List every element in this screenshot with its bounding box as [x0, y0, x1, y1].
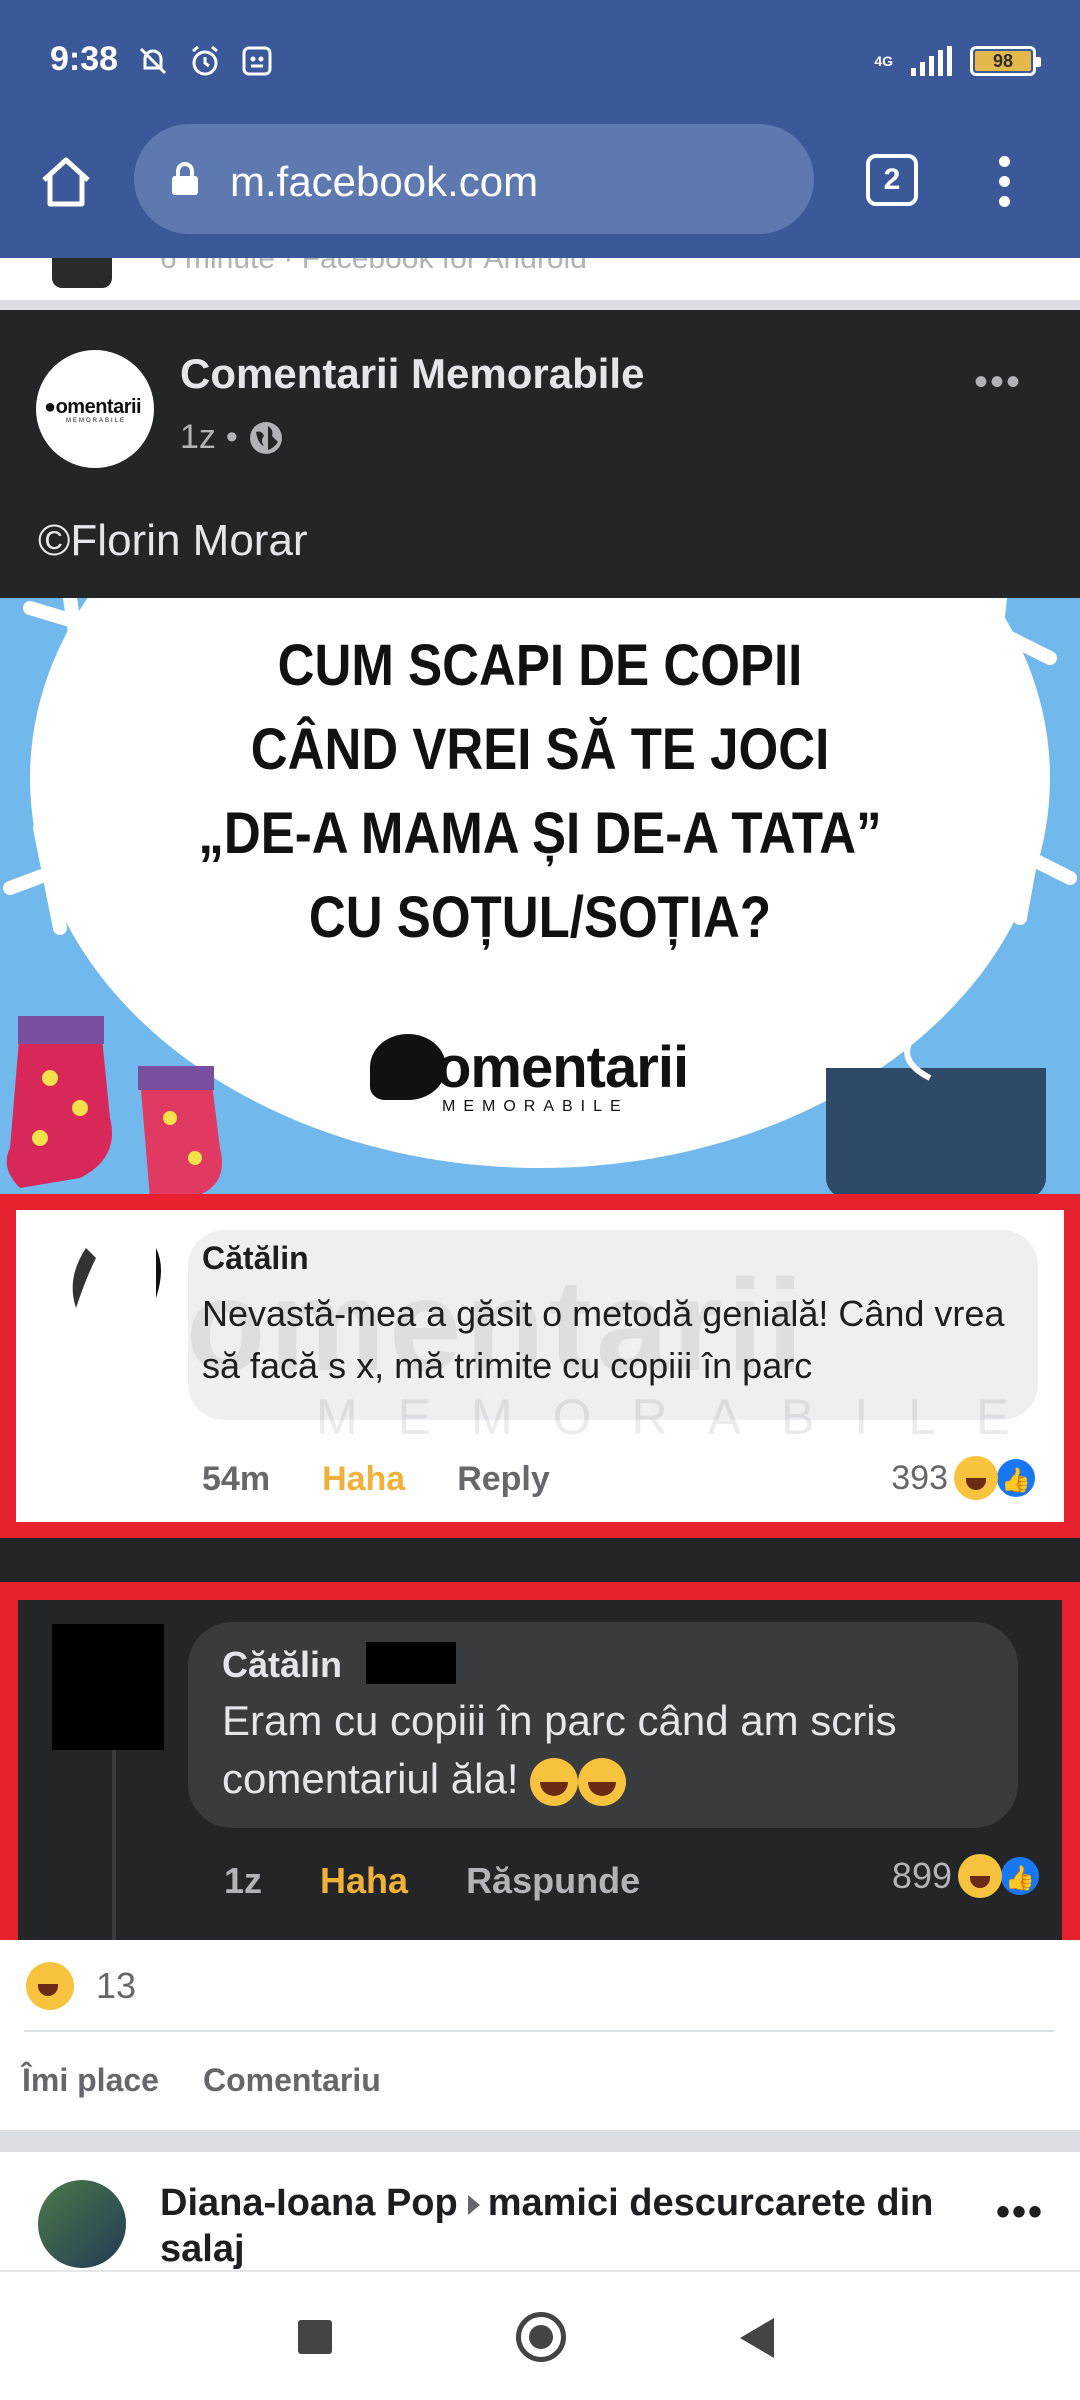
network-type: 4G [874, 53, 893, 69]
comment-card: Cătălin Eram cu copiii în parc când am s… [18, 1600, 1062, 1940]
system-nav-bar [0, 2270, 1080, 2400]
comment-text: Nevastă-mea a găsit o metodă genială! Câ… [202, 1293, 1005, 1386]
meme-title-line: CÂND VREI SĂ TE JOCI [250, 717, 830, 782]
post-header: ●omentarii MEMORABILE Comentarii Memorab… [0, 310, 1080, 598]
arrow-right-icon [467, 2194, 480, 2215]
comment-text: Eram cu copiii în parc când am scris com… [222, 1692, 1002, 1808]
haha-icon [26, 1962, 74, 2010]
url-text: m.facebook.com [230, 158, 539, 205]
comment-reaction: Haha [322, 1460, 406, 1498]
laughing-crying-icon [578, 1757, 627, 1806]
logo-bubble-icon [370, 1034, 446, 1100]
app-notification-icon [240, 44, 274, 78]
post-reactions[interactable]: 13 [26, 1962, 136, 2010]
thread-line [112, 1750, 116, 1940]
laughing-crying-icon [530, 1757, 579, 1806]
comment-card: omentarii MEMORABILE Cătălin Nevastă-mea… [16, 1210, 1064, 1522]
battery-icon: 98 [970, 46, 1041, 76]
status-icons [136, 44, 274, 78]
post-time[interactable]: 1z [180, 418, 216, 457]
mute-notification-icon [136, 44, 170, 78]
feed-divider [0, 300, 1080, 310]
browser-toolbar: m.facebook.com 2 [0, 124, 1080, 234]
comment-author: Cătălin [222, 1644, 343, 1685]
comment-actions: 54m Haha Reply [202, 1460, 550, 1499]
like-icon: 👍 [994, 1456, 1038, 1500]
status-time: 9:38 [50, 40, 119, 78]
lock-icon [172, 162, 198, 195]
post-more-button[interactable]: ••• [974, 360, 1022, 405]
haha-icon [954, 1456, 998, 1500]
globe-icon [249, 421, 282, 454]
home-icon [42, 157, 90, 207]
back-button[interactable] [740, 2318, 774, 2358]
page-avatar-sub: MEMORABILE [66, 418, 127, 424]
status-right: 4G 98 [874, 46, 1041, 76]
comment-screenshot-1: omentarii MEMORABILE Cătălin Nevastă-mea… [0, 1194, 1080, 1538]
comment-reaction-count: 393 👍 [891, 1456, 1038, 1500]
meme-title: CUM SCAPI DE COPII CÂND VREI SĂ TE JOCI … [153, 624, 927, 960]
meme-title-line: „DE-A MAMA ȘI DE-A TATA” [198, 801, 882, 866]
haha-icon [958, 1854, 1002, 1898]
redacted-surname [366, 1642, 456, 1684]
home-nav-button[interactable] [516, 2312, 566, 2362]
post-actions: Îmi place Comentariu [22, 2062, 381, 2099]
browser-chrome: 9:38 4G 98 m.facebook.com 2 [0, 0, 1080, 258]
avatar[interactable] [38, 2180, 126, 2268]
more-dot-icon [998, 156, 1010, 167]
next-post: Diana-Ioana Pop mamici descurcarete din s… [0, 2152, 1080, 2272]
browser-menu-button[interactable] [990, 152, 1018, 212]
comentarii-logo: omentarii MEMORABILE [370, 1028, 710, 1118]
comment-button[interactable]: Comentariu [203, 2062, 381, 2099]
watermark-subtext: MEMORABILE [316, 1389, 1050, 1445]
feed-divider [0, 2130, 1080, 2152]
post-meta: 1z • [180, 418, 284, 457]
battery-level: 98 [975, 51, 1031, 71]
comment-screenshot-2: Cătălin Eram cu copiii în parc când am s… [0, 1582, 1080, 1940]
reaction-count: 393 [891, 1458, 948, 1497]
meme-title-line: CUM SCAPI DE COPII [277, 633, 803, 698]
logo-text: omentarii [436, 1035, 689, 1100]
divider [24, 2030, 1054, 2032]
like-button[interactable]: Îmi place [22, 2062, 159, 2099]
image-gap [0, 1538, 1080, 1582]
post-more-button[interactable]: ••• [996, 2190, 1044, 2235]
post-text: ©Florin Morar [38, 516, 308, 565]
previous-post-meta: 6 minute · Facebook for Android [160, 258, 587, 275]
home-button[interactable] [36, 152, 96, 212]
comment-reply: Reply [457, 1460, 550, 1498]
comment-time: 1z [224, 1860, 263, 1901]
comment-author: Cătălin [202, 1240, 309, 1276]
reaction-count: 13 [96, 1965, 137, 2006]
status-bar: 9:38 4G 98 [0, 0, 1080, 120]
page-avatar-logo: ●omentarii [44, 396, 142, 418]
url-bar[interactable]: m.facebook.com [134, 124, 814, 234]
author-name[interactable]: Diana-Ioana Pop [160, 2182, 458, 2224]
recent-apps-button[interactable] [298, 2320, 332, 2354]
steam-illustration [904, 978, 936, 1081]
meme-title-line: CU SOȚUL/SOȚIA? [308, 885, 772, 950]
next-post-header: Diana-Ioana Pop mamici descurcarete din s… [160, 2180, 960, 2272]
avatar [52, 258, 112, 288]
tab-switcher-button[interactable]: 2 [866, 154, 918, 206]
post-image[interactable]: CUM SCAPI DE COPII CÂND VREI SĂ TE JOCI … [0, 598, 1080, 1940]
feed-post: ●omentarii MEMORABILE Comentarii Memorab… [0, 310, 1080, 2130]
comment-reaction-count: 899 👍 [892, 1854, 1042, 1898]
comment-reply: Răspunde [466, 1860, 641, 1901]
redacted-avatar [52, 1624, 164, 1750]
page-name[interactable]: Comentarii Memorabile [180, 350, 644, 398]
comment-reaction: Haha [320, 1860, 409, 1901]
page-avatar[interactable]: ●omentarii MEMORABILE [36, 350, 154, 468]
meme-title-panel: CUM SCAPI DE COPII CÂND VREI SĂ TE JOCI … [0, 598, 1080, 1194]
comment-actions: 1z Haha Răspunde [224, 1860, 640, 1902]
reaction-count: 899 [891, 1855, 952, 1896]
comment-time: 54m [202, 1460, 271, 1498]
socks-illustration [6, 1016, 222, 1194]
logo-subtext: MEMORABILE [442, 1098, 629, 1115]
like-icon: 👍 [998, 1854, 1042, 1898]
meta-separator: • [225, 418, 238, 456]
alarm-icon [188, 44, 222, 78]
feather-icon [72, 1248, 161, 1308]
signal-icon [911, 46, 952, 76]
